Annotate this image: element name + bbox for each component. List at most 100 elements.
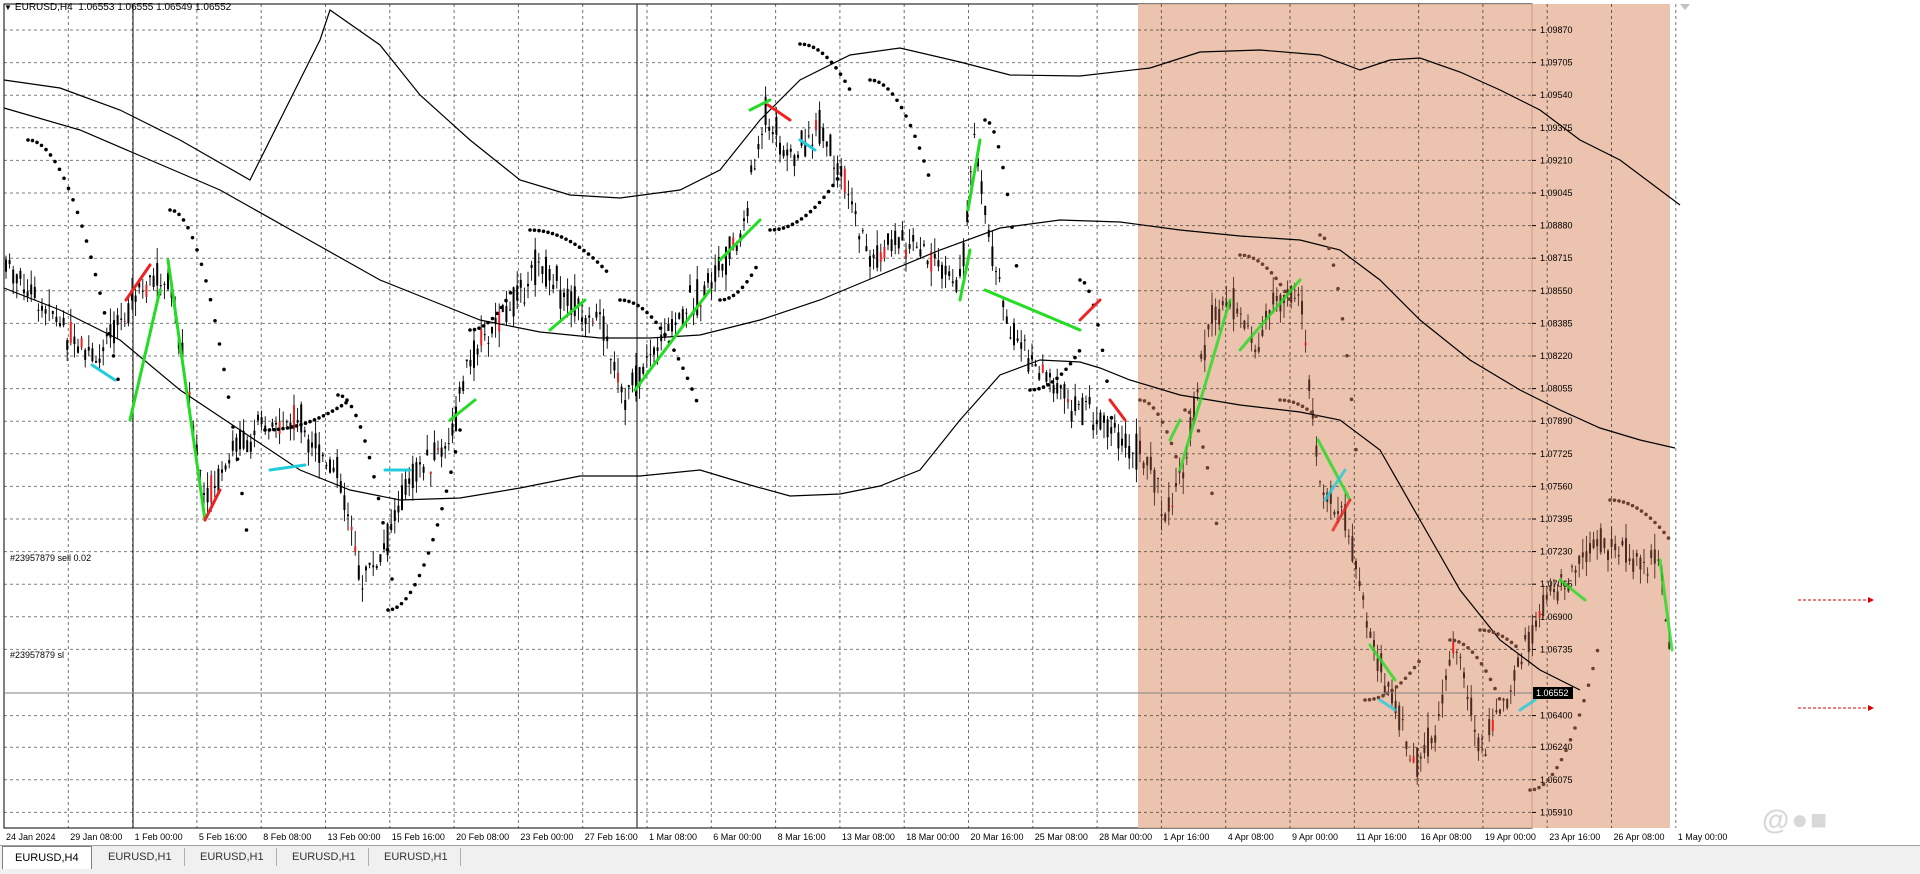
candle-body [429,471,432,474]
candle-body [1448,659,1451,666]
sar-dot [820,51,825,56]
sar-dot [84,239,89,243]
time-axis-label: 9 Apr 00:00 [1292,832,1338,842]
candle-body [1387,682,1390,687]
tab-eurusd-h1-4[interactable]: EURUSD,H1 [372,848,461,866]
candle-body [1513,670,1516,681]
tab-eurusd-h4[interactable]: EURUSD,H4 [2,846,92,869]
sar-dot [1635,506,1639,510]
price-axis-label: 1.06735 [1540,644,1573,654]
sar-dot [1484,669,1488,673]
candle-body [440,447,443,457]
candle-body [1340,506,1343,508]
candle-body [1146,456,1149,466]
candle-body [512,287,515,317]
price-chart-canvas[interactable]: 24 Jan 2024 29 Jan 08:00 1 Feb 00:00 5 Feb … [0,0,1920,845]
sar-dot [777,227,781,231]
candle-body [1103,415,1105,423]
candle-body [419,462,421,465]
candle-body [257,414,259,421]
candle-body [876,245,879,268]
time-axis-label: 6 Mar 00:00 [713,832,761,842]
sar-dot [281,426,285,431]
candle-body [167,273,169,290]
chart-area[interactable]: 24 Jan 2024 29 Jan 08:00 1 Feb 00:00 5 Feb … [0,0,1920,845]
candle-body [941,264,943,279]
candle-body [1545,594,1548,600]
candle-body [1164,513,1167,522]
candle-body [1117,432,1120,449]
sar-dot [1265,266,1269,270]
sar-dot [1142,399,1147,403]
sar-dot [881,83,886,87]
sar-dot [636,303,640,308]
candle-body [1488,719,1491,736]
sar-dot [1318,233,1322,237]
sar-dot [1345,353,1349,358]
candle-body [98,358,101,363]
candle-body [537,261,540,263]
candle-body [141,290,144,292]
sar-dot [745,279,749,284]
sar-dot [111,354,116,358]
candle-body [973,133,976,136]
sar-dot [290,425,294,429]
tab-eurusd-h1-2[interactable]: EURUSD,H1 [188,848,277,866]
candle-body [833,167,835,169]
candle-body [296,419,299,423]
candle-body [1527,631,1530,652]
sar-dot [690,387,694,391]
candle-body [980,181,983,194]
candle-body [23,289,25,294]
sar-dot [727,296,731,300]
candle-body [1049,373,1051,378]
sar-dot [807,43,811,48]
candle-body [1196,389,1199,393]
candle-body [1081,397,1084,425]
sar-dot [276,427,281,432]
stop-loss-label[interactable]: #23957879 sl [10,650,64,660]
candle-body [1243,320,1246,329]
candle-body [1369,631,1372,638]
candle-body [458,387,461,394]
tab-eurusd-h1-1[interactable]: EURUSD,H1 [96,848,185,866]
candle-body [116,315,119,326]
price-axis-label: 1.07890 [1540,416,1573,426]
sar-dot [1322,236,1327,241]
candle-body [372,565,375,568]
sar-dot [66,186,71,191]
candle-body [1445,675,1447,680]
sar-dot [395,605,399,609]
sar-dot [1479,662,1484,666]
sar-dot [39,143,44,148]
sar-dot [404,596,408,601]
sar-dot [1372,697,1376,701]
candle-body [1319,481,1321,483]
sar-dot [89,255,93,260]
candle-body [966,210,969,223]
candle-body [411,463,414,489]
candle-body [1643,561,1645,563]
sar-dot [336,393,340,397]
sar-dot [1028,388,1032,392]
candle-body [480,329,483,346]
sar-dot [983,118,987,122]
candle-body [779,142,781,155]
sell-order-label[interactable]: #23957879 sell 0.02 [10,553,91,563]
sar-dot [1296,402,1300,406]
sar-dot [408,590,413,595]
time-axis-label: 20 Mar 16:00 [971,832,1024,842]
candle-body [1034,363,1037,367]
collapse-triangle-icon[interactable]: ▼ [4,3,12,12]
tab-eurusd-h1-3[interactable]: EURUSD,H1 [280,848,369,866]
candle-body [102,347,105,352]
candle-body [260,416,263,425]
candle-body [152,275,155,288]
sar-dot [1214,521,1219,526]
candle-body [1308,379,1311,391]
candle-body [761,133,763,135]
candle-body [782,150,785,157]
sar-dot [831,183,835,188]
sar-dot [308,419,312,424]
candle-body [617,372,619,383]
